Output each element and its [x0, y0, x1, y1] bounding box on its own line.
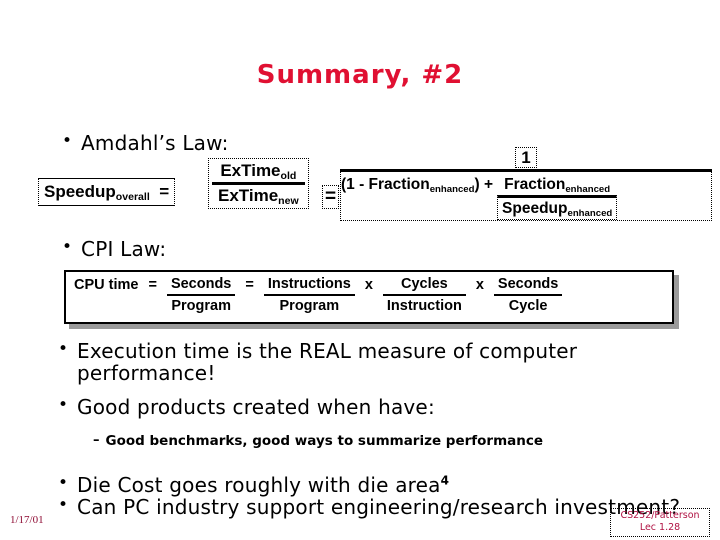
cpi-equals-2: =: [245, 277, 254, 293]
extime-old-base: ExTime: [220, 161, 281, 180]
seconds-per-cycle-fraction: Seconds Cycle: [493, 276, 563, 314]
speedup-subscript: overall: [115, 190, 150, 203]
den-lead-subscript: enhanced: [429, 183, 475, 195]
amdahl-rhs-numerator: 1: [340, 147, 712, 169]
footer-credit: CS252/Patterson Lec 1.28: [610, 508, 710, 537]
inner-den-subscript: enhanced: [567, 207, 613, 219]
den-lead-tail: ) +: [474, 176, 494, 193]
inner-numerator: Fractionenhanced: [497, 174, 617, 195]
cycles-per-instruction-fraction: Cycles Instruction: [382, 276, 466, 314]
cpi-times-1: x: [364, 277, 373, 293]
instructions-per-program-fraction: Instructions Program: [263, 276, 355, 314]
amdahl-equation-rhs: 1 (1 - Fractionenhanced) + Fractionenhan…: [340, 147, 712, 221]
fraction-enhanced-lead: (1 - Fractionenhanced) +: [341, 174, 494, 195]
program-denominator-2: Program: [279, 297, 340, 314]
program-denominator: Program: [171, 297, 231, 314]
presentation-slide: Summary, #2 • Amdahl’s Law: Speedupovera…: [0, 0, 720, 540]
footer-course: CS252/Patterson: [620, 510, 700, 521]
bullet-cpi-law: • CPI Law:: [62, 237, 462, 261]
instruction-denominator: Instruction: [386, 297, 462, 314]
speedup-overall-term: Speedupoverall =: [38, 178, 176, 206]
inner-num-subscript: enhanced: [565, 183, 611, 195]
inner-num-base: Fraction: [504, 176, 566, 193]
sub-bullet-benchmarks: – Good benchmarks, good ways to summariz…: [93, 433, 693, 450]
bullet-marker: •: [62, 131, 73, 151]
amdahl-rhs-denominator: (1 - Fractionenhanced) + Fractionenhance…: [340, 172, 712, 221]
footer-lecture-number: Lec 1.28: [639, 522, 681, 534]
extime-fraction: ExTimeold ExTimenew: [208, 158, 309, 209]
den-lead-text: (1 - Fraction: [341, 176, 430, 193]
bullet-die-cost-text: Die Cost goes roughly with die area4: [77, 473, 683, 497]
equals-sign-1: =: [159, 182, 170, 201]
seconds-numerator-2: Seconds: [493, 276, 563, 296]
bullet-execution-time: • Execution time is the REAL measure of …: [58, 339, 683, 386]
bullet-execution-time-text: Execution time is the REAL measure of co…: [77, 339, 578, 386]
equals-sign-2: =: [322, 185, 340, 209]
extime-new-base: ExTime: [218, 186, 279, 205]
extime-new-subscript: new: [278, 194, 299, 207]
bullet-marker: •: [58, 339, 69, 359]
seconds-per-program-fraction: Seconds Program: [166, 276, 236, 314]
slide-title: Summary, #2: [256, 60, 464, 90]
bullet-cpi-label: CPI Law:: [81, 237, 167, 261]
extime-old-term: ExTimeold: [212, 160, 305, 182]
numerator-one: 1: [515, 147, 537, 168]
cycle-denominator: Cycle: [508, 297, 548, 314]
extime-old-subscript: old: [280, 169, 297, 182]
cycles-numerator: Cycles: [382, 276, 466, 296]
cpi-equation-box: CPU time = Seconds Program = Instruction…: [64, 270, 674, 324]
bullet-marker: •: [62, 237, 73, 257]
bullet-die-cost: • Die Cost goes roughly with die area4: [58, 473, 683, 497]
bullet-pc-industry: • Can PC industry support engineering/re…: [58, 495, 683, 519]
footer-date: 1/17/01: [10, 514, 44, 526]
dash-marker: –: [93, 433, 100, 448]
sub-bullet-benchmarks-text: Good benchmarks, good ways to summarize …: [105, 433, 544, 449]
bullet-marker: •: [58, 395, 69, 415]
seconds-numerator: Seconds: [166, 276, 236, 296]
inner-denominator: Speedupenhanced: [497, 195, 618, 220]
extime-new-term: ExTimenew: [212, 182, 305, 207]
die-cost-main-text: Die Cost goes roughly with die area: [77, 473, 441, 497]
cpi-equals-1: =: [148, 277, 157, 293]
bullet-good-products-text: Good products created when have:: [77, 395, 435, 419]
inner-den-base: Speedup: [502, 200, 568, 217]
bullet-marker: •: [58, 473, 69, 493]
speedup-base: Speedup: [44, 182, 116, 201]
cpu-time-label: CPU time: [74, 277, 139, 293]
bullet-good-products: • Good products created when have:: [58, 395, 683, 419]
cpi-times-2: x: [475, 277, 484, 293]
bullet-pc-industry-text: Can PC industry support engineering/rese…: [77, 495, 681, 519]
die-area-exponent: 4: [440, 473, 450, 488]
cpi-equation-content: CPU time = Seconds Program = Instruction…: [66, 272, 672, 322]
instructions-numerator: Instructions: [263, 276, 355, 296]
amdahl-equation-lhs: Speedupoverall =: [38, 178, 176, 206]
speedup-inner-fraction: Fractionenhanced Speedupenhanced: [497, 174, 618, 220]
bullet-marker: •: [58, 495, 69, 515]
